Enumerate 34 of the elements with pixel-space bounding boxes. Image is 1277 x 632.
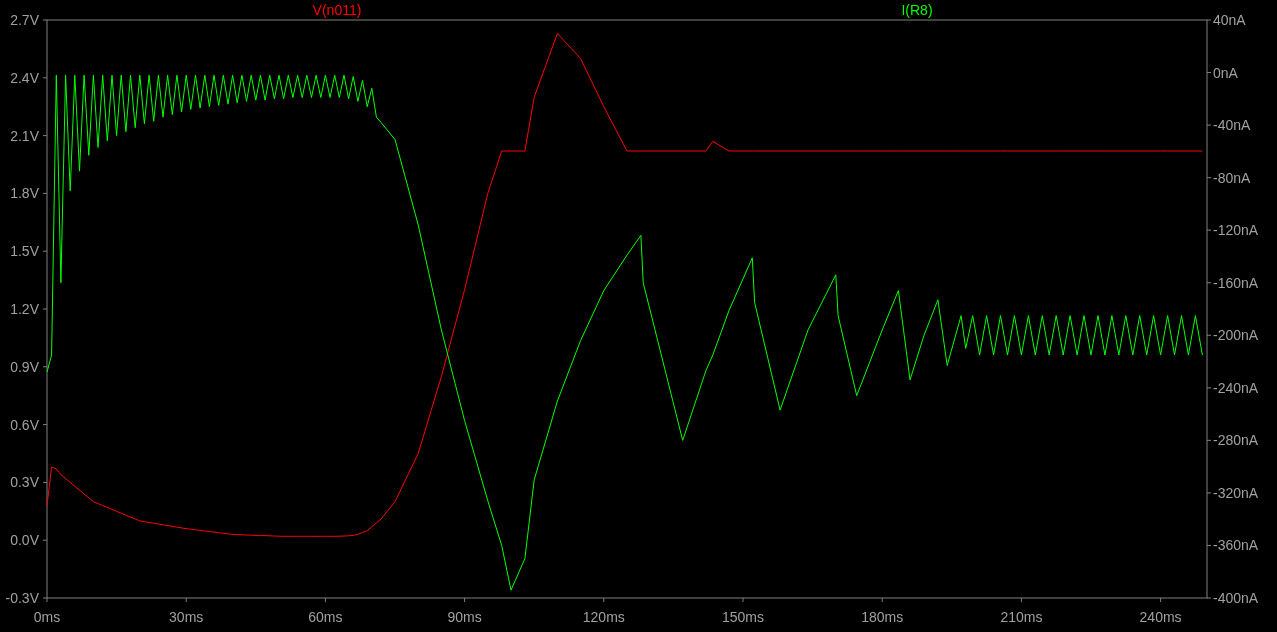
- right-axis-tick-label: -200nA: [1213, 327, 1259, 344]
- x-axis-tick-label: 180ms: [861, 609, 904, 625]
- right-axis-tick-label: -400nA: [1213, 590, 1259, 606]
- x-axis-tick-label: 240ms: [1139, 609, 1182, 625]
- y-axis-tick-label: 2.7V: [10, 12, 39, 28]
- right-axis-tick-label: 40nA: [1213, 12, 1246, 28]
- right-axis-tick-label: -40nA: [1213, 117, 1251, 134]
- x-axis-tick-label: 30ms: [169, 609, 204, 625]
- y-axis-tick-label: 1.8V: [10, 185, 39, 202]
- right-axis-tick-label: 0nA: [1213, 64, 1238, 81]
- right-axis-tick-label: -80nA: [1213, 169, 1251, 186]
- y-axis-tick-label: 0.3V: [10, 474, 39, 491]
- right-axis-tick-label: -280nA: [1213, 432, 1259, 449]
- trace-label[interactable]: V(n011): [312, 2, 362, 18]
- x-axis-tick-label: 120ms: [582, 609, 625, 625]
- y-axis-tick-label: -0.3V: [5, 590, 39, 606]
- x-axis-tick-label: 210ms: [1000, 609, 1043, 625]
- right-axis-tick-label: -320nA: [1213, 484, 1259, 501]
- y-axis-tick-label: 0.6V: [10, 416, 39, 433]
- y-axis-tick-label: 1.5V: [10, 243, 39, 260]
- right-axis-tick-label: -360nA: [1213, 537, 1259, 554]
- trace-label[interactable]: I(R8): [901, 2, 933, 18]
- y-axis-tick-label: 0.9V: [10, 358, 39, 375]
- x-axis-tick-label: 150ms: [722, 609, 764, 625]
- x-axis-tick-label: 60ms: [308, 609, 343, 625]
- y-axis-tick-label: 2.1V: [10, 127, 39, 144]
- y-axis-tick-label: 2.4V: [10, 69, 39, 86]
- right-axis-tick-label: -120nA: [1213, 222, 1259, 239]
- x-axis-tick-label: 90ms: [447, 609, 482, 625]
- y-axis-tick-label: 0.0V: [10, 532, 39, 549]
- x-axis-tick-label: 0ms: [33, 609, 61, 625]
- right-axis-tick-label: -160nA: [1213, 274, 1259, 291]
- y-axis-tick-label: 1.2V: [10, 301, 39, 317]
- right-axis-tick-label: -240nA: [1213, 379, 1259, 396]
